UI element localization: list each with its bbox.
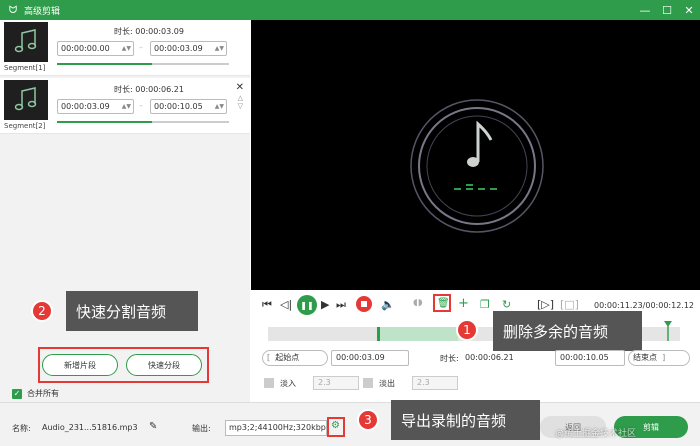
copy-icon[interactable]: ❐ xyxy=(480,298,490,311)
time-display: 00:00:11.23/00:00:12.12 xyxy=(594,301,694,310)
segment-name: Segment[1] xyxy=(4,64,46,72)
selected-range[interactable] xyxy=(378,327,458,341)
step-back-icon[interactable]: ◁| xyxy=(280,298,292,311)
fade-out-label: 淡出 xyxy=(379,379,395,388)
segment-panel: Segment[1] 时长: 00:00:03.09 00:00:00.00 ▲▼… xyxy=(0,20,250,402)
segment-item-2[interactable]: Segment[2] 时长: 00:00:06.21 00:00:03.09 ▲▼… xyxy=(0,78,250,134)
audio-visual-icon xyxy=(410,99,544,233)
pause-button[interactable]: ❚❚ xyxy=(297,295,317,315)
quick-split-button[interactable]: 快速分段 xyxy=(126,354,202,376)
close-button[interactable]: ✕ xyxy=(678,0,700,20)
gear-icon[interactable]: ⚙ xyxy=(331,420,340,431)
segment-end-input[interactable]: 00:00:10.05 ▲▼ xyxy=(150,99,227,114)
segment-duration: 时长: 00:00:03.09 xyxy=(114,27,184,36)
reorder-arrows-icon[interactable]: △ ▽ xyxy=(238,94,243,110)
merge-all-checkbox[interactable]: ✓ 合并所有 xyxy=(12,388,59,399)
delete-icon[interactable]: 🗑 xyxy=(437,298,450,309)
checkbox-checked-icon: ✓ xyxy=(12,388,22,399)
mark-in-icon[interactable]: [▷] xyxy=(537,298,554,311)
output-label: 输出: xyxy=(192,424,211,433)
title-bar: ᗢ 高级剪辑 — ☐ ✕ xyxy=(0,0,700,20)
fade-in-checkbox[interactable] xyxy=(264,378,274,388)
window-title: 高级剪辑 xyxy=(24,6,61,17)
callout-badge-3: 3 xyxy=(357,409,379,431)
fade-in-label: 淡入 xyxy=(280,379,296,388)
segment-start-input[interactable]: 00:00:03.09 ▲▼ xyxy=(57,99,134,114)
end-time-input[interactable]: 00:00:10.05 xyxy=(555,350,625,366)
output-format-field[interactable]: mp3;2;44100Hz;320kbps xyxy=(225,420,327,436)
segment-progress xyxy=(57,121,229,123)
play-icon[interactable]: ▶ xyxy=(321,298,329,311)
segment-item-1[interactable]: Segment[1] 时长: 00:00:03.09 00:00:00.00 ▲▼… xyxy=(0,20,250,76)
add-icon[interactable]: + xyxy=(458,296,469,311)
skip-start-icon[interactable]: ⏮ xyxy=(262,298,272,312)
segment-name: Segment[2] xyxy=(4,122,46,130)
minimize-button[interactable]: — xyxy=(634,0,656,20)
callout-badge-1: 1 xyxy=(456,319,478,341)
new-segment-button[interactable]: 新增片段 xyxy=(42,354,118,376)
app-logo-icon: ᗢ xyxy=(8,4,18,16)
stop-button[interactable] xyxy=(356,296,372,312)
fade-out-input[interactable]: 2.3 xyxy=(412,376,458,390)
set-end-button[interactable]: 结束点 ] xyxy=(628,350,690,366)
watermark: @稀土掘金技术社区 xyxy=(555,429,637,439)
playhead-icon[interactable] xyxy=(664,321,672,341)
segment-progress xyxy=(57,63,229,65)
reset-icon[interactable]: ↻ xyxy=(502,298,511,311)
split-icon[interactable]: ◖◗ xyxy=(413,298,422,308)
fade-out-checkbox[interactable] xyxy=(363,378,373,388)
file-name: Audio_231...51816.mp3 xyxy=(42,423,138,432)
callout-delete-audio: 删除多余的音频 xyxy=(493,311,642,351)
duration-label: 时长: xyxy=(440,354,459,363)
fade-in-input[interactable]: 2.3 xyxy=(313,376,359,390)
mark-out-icon[interactable]: [□] xyxy=(560,298,579,311)
segment-start-input[interactable]: 00:00:00.00 ▲▼ xyxy=(57,41,134,56)
segment-duration: 时长: 00:00:06.21 xyxy=(114,85,184,94)
name-label: 名称: xyxy=(12,424,31,433)
callout-export-audio: 导出录制的音频 xyxy=(391,400,540,440)
set-start-button[interactable]: [ 起始点 xyxy=(262,350,328,366)
callout-badge-2: 2 xyxy=(31,300,53,322)
maximize-button[interactable]: ☐ xyxy=(656,0,678,20)
callout-quick-split: 快速分割音频 xyxy=(66,291,198,331)
duration-value: 00:00:06.21 xyxy=(465,353,514,362)
delete-segment-icon[interactable]: ✕ xyxy=(236,82,244,93)
range-start-handle[interactable] xyxy=(377,327,380,341)
edit-pencil-icon[interactable]: ✎ xyxy=(149,421,157,432)
volume-icon[interactable]: 🔈 xyxy=(381,298,395,311)
segment-end-input[interactable]: 00:00:03.09 ▲▼ xyxy=(150,41,227,56)
skip-end-icon[interactable]: ⏭ xyxy=(336,298,346,312)
start-time-input[interactable]: 00:00:03.09 xyxy=(331,350,409,366)
